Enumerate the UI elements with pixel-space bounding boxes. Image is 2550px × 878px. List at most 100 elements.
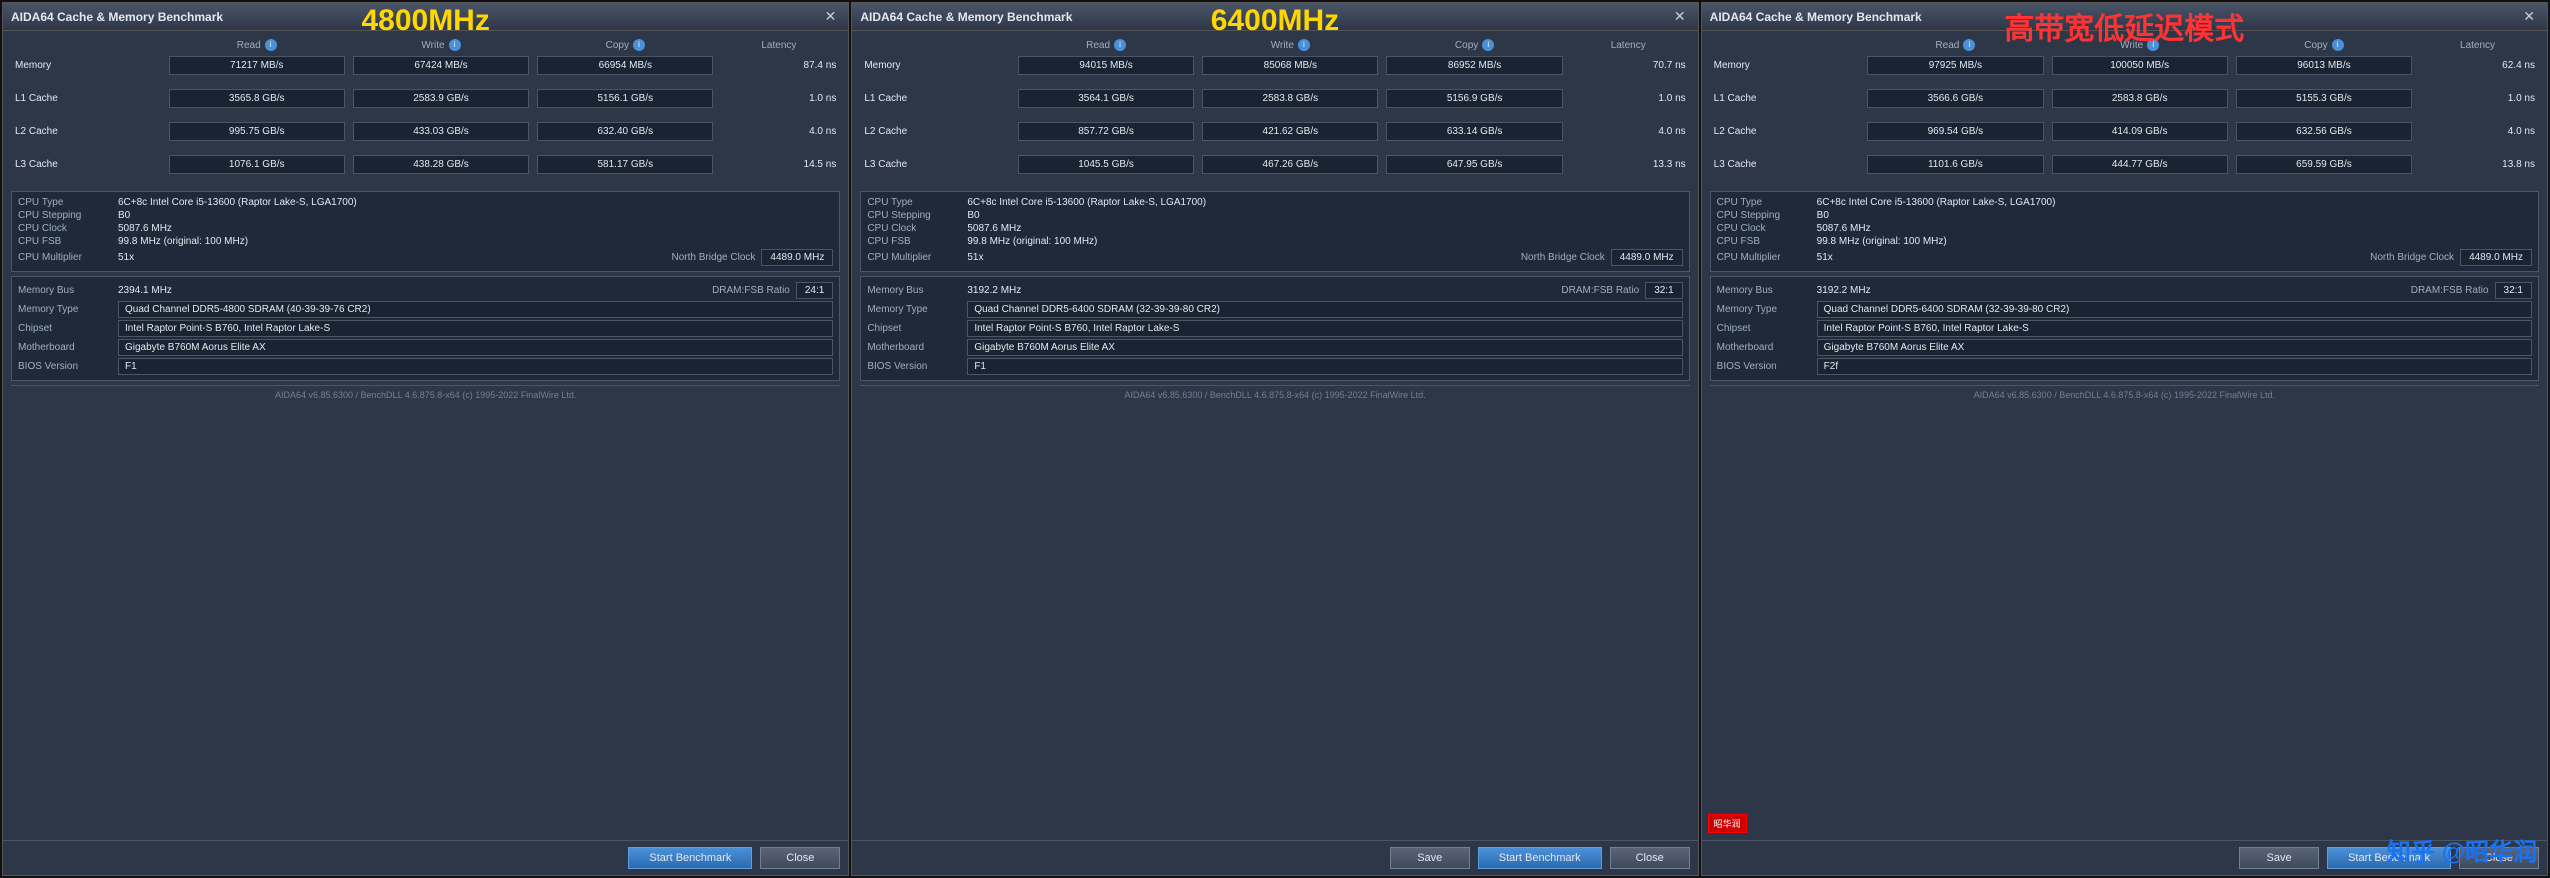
dram-fsb-label-2: DRAM:FSB Ratio <box>1561 285 1639 296</box>
panel-title-2: AIDA64 Cache & Memory Benchmark <box>860 10 1072 24</box>
save-button-2[interactable]: Save <box>1390 847 1470 869</box>
panel-content-3: Read i Write i Copy <box>1702 31 2547 840</box>
cpu-info-section-3: CPU Type 6C+8c Intel Core i5-13600 (Rapt… <box>1710 191 2539 272</box>
mem-bus-val-2: 3192.2 MHz <box>967 285 1561 296</box>
mem-bus-row-1: Memory Bus 2394.1 MHz DRAM:FSB Ratio 24:… <box>18 281 833 300</box>
read-info-icon-1[interactable]: i <box>265 39 277 51</box>
row-label-1-3: L3 Cache <box>11 152 165 177</box>
row-label-2-0: Memory <box>860 53 1014 78</box>
chipset-row-3: Chipset Intel Raptor Point-S B760, Intel… <box>1717 319 2532 338</box>
row-label-1-1: L1 Cache <box>11 86 165 111</box>
copy-info-icon-1[interactable]: i <box>633 39 645 51</box>
read-info-icon-2[interactable]: i <box>1114 39 1126 51</box>
write-label-2: Write <box>1271 40 1294 51</box>
panel-content-2: Read i Write i Copy <box>852 31 1697 840</box>
copy-label-1: Copy <box>606 40 629 51</box>
cpu-clock-val-1: 5087.6 MHz <box>118 223 833 234</box>
latency-val-3-3: 13.8 ns <box>2416 152 2539 177</box>
cpu-stepping-row-2: CPU Stepping B0 <box>867 209 1682 222</box>
footer-text-2: AIDA64 v6.85.6300 / BenchDLL 4.6.875.8-x… <box>860 385 1689 404</box>
titlebar-1: AIDA64 Cache & Memory Benchmark 4800MHz … <box>3 3 848 31</box>
copy-val-1-2: 632.40 GB/s <box>533 119 717 144</box>
latency-val-2-1: 1.0 ns <box>1567 86 1690 111</box>
bench-table-1: Read i Write i Copy <box>11 37 840 185</box>
close-btn-1[interactable]: Close <box>760 847 840 869</box>
row-label-3-3: L3 Cache <box>1710 152 1864 177</box>
motherboard-val-3: Gigabyte B760M Aorus Elite AX <box>1817 339 2532 356</box>
copy-val-1-1: 5156.1 GB/s <box>533 86 717 111</box>
cpu-clock-val-2: 5087.6 MHz <box>967 223 1682 234</box>
cpu-info-section-1: CPU Type 6C+8c Intel Core i5-13600 (Rapt… <box>11 191 840 272</box>
copy-val-1-3: 581.17 GB/s <box>533 152 717 177</box>
cpu-fsb-val-2: 99.8 MHz (original: 100 MHz) <box>967 236 1682 247</box>
panel-3: AIDA64 Cache & Memory Benchmark 高带宽低延迟模式… <box>1701 2 2548 876</box>
cpu-stepping-row-1: CPU Stepping B0 <box>18 209 833 222</box>
mem-type-val-3: Quad Channel DDR5-6400 SDRAM (32-39-39-8… <box>1817 301 2532 318</box>
bench-row-1-1: L1 Cache 3565.8 GB/s 2583.9 GB/s 5156.1 … <box>11 86 840 111</box>
save-button-3[interactable]: Save <box>2239 847 2319 869</box>
read-val-1-0: 71217 MB/s <box>165 53 349 78</box>
motherboard-val-1: Gigabyte B760M Aorus Elite AX <box>118 339 833 356</box>
nb-clock-val-3: 4489.0 MHz <box>2460 249 2532 266</box>
write-info-icon-1[interactable]: i <box>449 39 461 51</box>
start-button-2[interactable]: Start Benchmark <box>1478 847 1602 869</box>
cpu-stepping-val-1: B0 <box>118 210 833 221</box>
read-label-3: Read <box>1935 40 1959 51</box>
read-val-2-1: 3564.1 GB/s <box>1014 86 1198 111</box>
memory-info-section-1: Memory Bus 2394.1 MHz DRAM:FSB Ratio 24:… <box>11 276 840 381</box>
cpu-fsb-row-3: CPU FSB 99.8 MHz (original: 100 MHz) <box>1717 235 2532 248</box>
copy-info-icon-3[interactable]: i <box>2332 39 2344 51</box>
read-val-3-0: 97925 MB/s <box>1863 53 2047 78</box>
motherboard-row-3: Motherboard Gigabyte B760M Aorus Elite A… <box>1717 338 2532 357</box>
bench-table-3: Read i Write i Copy <box>1710 37 2539 185</box>
close-button-1[interactable]: ✕ <box>821 8 841 25</box>
mem-type-val-2: Quad Channel DDR5-6400 SDRAM (32-39-39-8… <box>967 301 1682 318</box>
cpu-clock-row-3: CPU Clock 5087.6 MHz <box>1717 222 2532 235</box>
cpu-type-val-3: 6C+8c Intel Core i5-13600 (Raptor Lake-S… <box>1817 197 2532 208</box>
footer-text-3: AIDA64 v6.85.6300 / BenchDLL 4.6.875.8-x… <box>1710 385 2539 404</box>
memory-info-section-2: Memory Bus 3192.2 MHz DRAM:FSB Ratio 32:… <box>860 276 1689 381</box>
write-label-1: Write <box>421 40 444 51</box>
latency-val-2-2: 4.0 ns <box>1567 119 1690 144</box>
watermark: 昭华润 <box>1708 814 1747 833</box>
cpu-mult-row-2: CPU Multiplier 51x North Bridge Clock 44… <box>867 248 1682 267</box>
bench-row-2-3: L3 Cache 1045.5 GB/s 467.26 GB/s 647.95 … <box>860 152 1689 177</box>
th-latency-2: Latency <box>1567 37 1690 53</box>
read-info-icon-3[interactable]: i <box>1963 39 1975 51</box>
bench-row-2-0: Memory 94015 MB/s 85068 MB/s 86952 MB/s … <box>860 53 1689 78</box>
copy-val-3-1: 5155.3 GB/s <box>2232 86 2416 111</box>
th-read-1: Read i <box>165 37 349 53</box>
write-val-2-1: 2583.8 GB/s <box>1198 86 1382 111</box>
mem-bus-row-3: Memory Bus 3192.2 MHz DRAM:FSB Ratio 32:… <box>1717 281 2532 300</box>
bench-row-3-0: Memory 97925 MB/s 100050 MB/s 96013 MB/s… <box>1710 53 2539 78</box>
mem-type-row-3: Memory Type Quad Channel DDR5-6400 SDRAM… <box>1717 300 2532 319</box>
latency-val-3-1: 1.0 ns <box>2416 86 2539 111</box>
read-val-2-0: 94015 MB/s <box>1014 53 1198 78</box>
read-val-1-1: 3565.8 GB/s <box>165 86 349 111</box>
close-button-2[interactable]: ✕ <box>1670 8 1690 25</box>
cpu-clock-val-3: 5087.6 MHz <box>1817 223 2532 234</box>
cpu-stepping-val-3: B0 <box>1817 210 2532 221</box>
th-write-2: Write i <box>1198 37 1382 53</box>
cpu-info-section-2: CPU Type 6C+8c Intel Core i5-13600 (Rapt… <box>860 191 1689 272</box>
panel-2: AIDA64 Cache & Memory Benchmark 6400MHz … <box>851 2 1698 876</box>
cpu-type-row-2: CPU Type 6C+8c Intel Core i5-13600 (Rapt… <box>867 196 1682 209</box>
read-val-3-3: 1101.6 GB/s <box>1863 152 2047 177</box>
titlebar-3: AIDA64 Cache & Memory Benchmark 高带宽低延迟模式… <box>1702 3 2547 31</box>
th-copy-2: Copy i <box>1382 37 1566 53</box>
copy-info-icon-2[interactable]: i <box>1482 39 1494 51</box>
write-val-1-0: 67424 MB/s <box>349 53 533 78</box>
write-val-2-2: 421.62 GB/s <box>1198 119 1382 144</box>
close-btn-2[interactable]: Close <box>1610 847 1690 869</box>
start-button-1[interactable]: Start Benchmark <box>628 847 752 869</box>
read-val-3-2: 969.54 GB/s <box>1863 119 2047 144</box>
nb-clock-val-2: 4489.0 MHz <box>1611 249 1683 266</box>
row-label-2-1: L1 Cache <box>860 86 1014 111</box>
th-copy-1: Copy i <box>533 37 717 53</box>
write-info-icon-2[interactable]: i <box>1298 39 1310 51</box>
write-val-3-1: 2583.8 GB/s <box>2048 86 2232 111</box>
bios-val-1: F1 <box>118 358 833 375</box>
close-button-3[interactable]: ✕ <box>2519 8 2539 25</box>
latency-val-1-3: 14.5 ns <box>717 152 840 177</box>
cpu-mult-val-3: 51x <box>1817 252 2370 263</box>
